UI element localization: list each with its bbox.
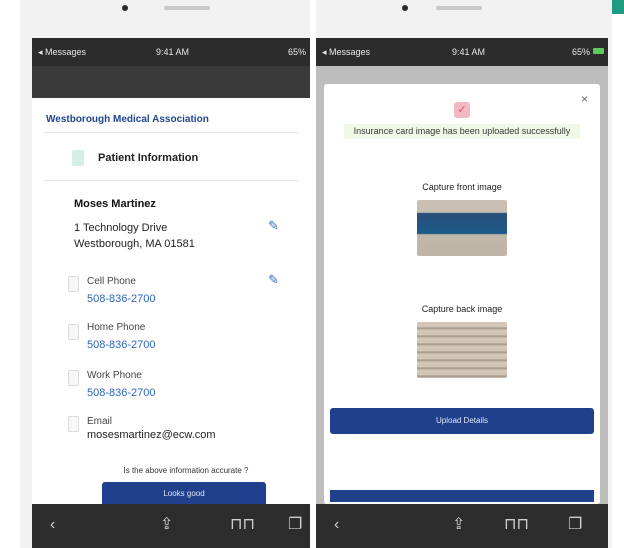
address-line-2: Westborough, MA 01581 <box>74 238 195 250</box>
speaker-grille <box>164 6 210 10</box>
dimmed-background: × ✓ Insurance card image has been upload… <box>316 66 608 548</box>
camera-dot <box>122 5 128 11</box>
email-label: Email <box>87 416 113 427</box>
patient-name: Moses Martinez <box>74 198 156 210</box>
tabs-icon[interactable]: ❐ <box>288 516 302 534</box>
back-chevron-icon[interactable]: ‹ <box>50 516 55 534</box>
patient-info-page: Westborough Medical Association Patient … <box>32 98 310 506</box>
edit-address-pencil-icon[interactable]: ✎ <box>268 218 279 234</box>
patient-card-icon <box>72 150 84 166</box>
status-battery: 65% <box>287 47 306 57</box>
share-icon[interactable]: ⇪ <box>160 516 173 534</box>
address-line-1: 1 Technology Drive <box>74 222 168 234</box>
camera-dot <box>402 5 408 11</box>
org-name: Westborough Medical Association <box>46 114 209 125</box>
header-divider <box>44 132 298 133</box>
right-phone: ◂ Messages 9:41 AM 65% × ✓ Insurance car… <box>316 0 612 548</box>
status-time: 9:41 AM <box>452 47 486 57</box>
status-time: 9:41 AM <box>156 47 190 57</box>
work-phone-label: Work Phone <box>87 370 142 381</box>
email-value[interactable]: mosesmartinez@ecw.com <box>87 429 216 441</box>
underlying-button <box>330 490 594 502</box>
home-phone-value[interactable]: 508-836-2700 <box>87 339 156 351</box>
left-phone: ◂ Messages 9:41 AM 65% Westborough Medic… <box>20 0 310 548</box>
left-phone-screen: ◂ Messages 9:41 AM 65% Westborough Medic… <box>32 38 310 548</box>
status-bar: ◂ Messages 9:41 AM 65% <box>316 38 608 66</box>
id-card-icon: ✓ <box>454 102 470 118</box>
bookmarks-book-icon[interactable]: ⊓⊓ <box>230 516 255 534</box>
capture-front-label: Capture front image <box>422 182 502 192</box>
cell-phone-icon <box>68 276 79 292</box>
upload-details-button[interactable]: Upload Details <box>330 408 594 434</box>
tabs-icon[interactable]: ❐ <box>568 516 582 534</box>
edit-phones-pencil-icon[interactable]: ✎ <box>268 272 279 288</box>
cell-phone-label: Cell Phone <box>87 276 136 287</box>
status-battery: 65% <box>571 47 590 57</box>
battery-icon <box>593 48 604 54</box>
home-phone-icon <box>68 324 79 340</box>
cell-phone-value[interactable]: 508-836-2700 <box>87 293 156 305</box>
status-bar: ◂ Messages 9:41 AM 65% <box>32 38 310 66</box>
work-phone-icon <box>68 370 79 386</box>
status-carrier: ◂ Messages <box>322 47 371 57</box>
accuracy-question: Is the above information accurate ? <box>123 466 249 475</box>
right-phone-screen: ◂ Messages 9:41 AM 65% × ✓ Insurance car… <box>316 38 608 548</box>
back-card-image[interactable] <box>417 322 507 378</box>
upload-modal: × ✓ Insurance card image has been upload… <box>324 84 600 504</box>
capture-back-label: Capture back image <box>421 304 503 314</box>
section-title: Patient Information <box>98 152 199 164</box>
bookmarks-book-icon[interactable]: ⊓⊓ <box>504 516 529 534</box>
upload-success-message: Insurance card image has been uploaded s… <box>344 124 580 139</box>
close-icon[interactable]: × <box>581 92 588 106</box>
browser-toolbar: ‹ ⇪ ⊓⊓ ❐ <box>316 504 608 548</box>
speaker-grille <box>436 6 482 10</box>
front-card-image[interactable] <box>417 200 507 256</box>
email-icon <box>68 416 79 432</box>
status-carrier: ◂ Messages <box>38 47 87 57</box>
section-divider <box>44 180 298 181</box>
looks-good-button[interactable]: Looks good <box>102 482 266 506</box>
home-phone-label: Home Phone <box>87 322 146 333</box>
back-chevron-icon[interactable]: ‹ <box>334 516 339 534</box>
work-phone-value[interactable]: 508-836-2700 <box>87 387 156 399</box>
browser-toolbar: ‹ ⇪ ⊓⊓ ❐ <box>32 504 310 548</box>
share-icon[interactable]: ⇪ <box>452 516 465 534</box>
